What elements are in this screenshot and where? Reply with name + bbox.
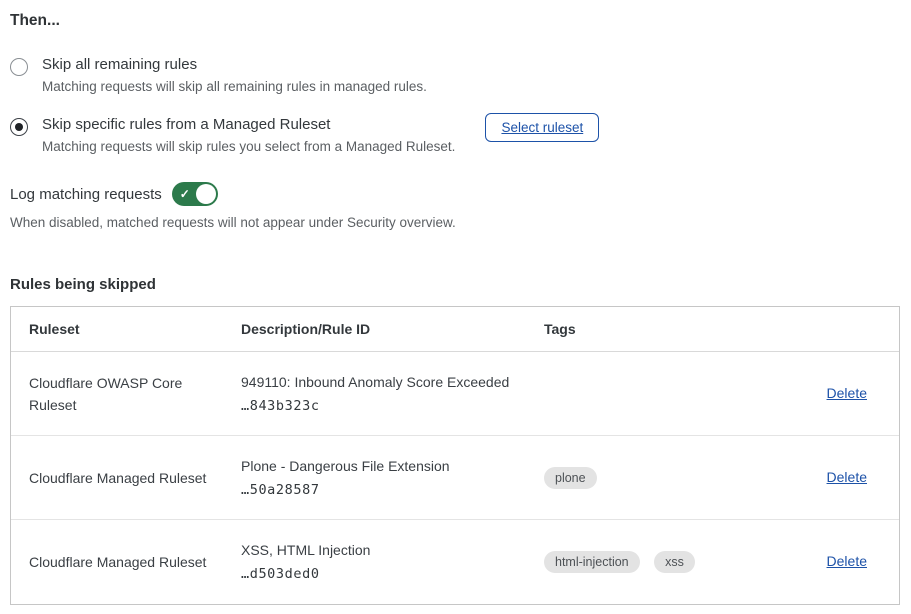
column-header-tags: Tags <box>526 307 769 351</box>
ruleset-cell: Cloudflare Managed Ruleset <box>11 551 223 573</box>
action-cell: Delete <box>769 553 899 571</box>
rule-description: 949110: Inbound Anomaly Score Exceeded <box>241 374 516 390</box>
waf-rule-config-page: Then... Skip all remaining rules Matchin… <box>0 0 911 605</box>
log-matching-requests-row: Log matching requests ✓ <box>10 182 901 206</box>
ruleset-cell: Cloudflare OWASP Core Ruleset <box>11 372 223 416</box>
rule-id: …50a28587 <box>241 482 516 498</box>
column-header-description: Description/Rule ID <box>223 307 526 351</box>
rule-description: Plone - Dangerous File Extension <box>241 458 516 474</box>
toggle-knob <box>196 184 216 204</box>
rule-description: XSS, HTML Injection <box>241 542 516 558</box>
tags-cell: html-injection xss <box>526 551 769 573</box>
description-cell: Plone - Dangerous File Extension …50a285… <box>223 458 526 498</box>
option-skip-specific-rules: Skip specific rules from a Managed Rules… <box>10 116 901 154</box>
rules-skipped-heading: Rules being skipped <box>10 276 901 293</box>
tags-cell: plone <box>526 467 769 489</box>
table-row: Cloudflare Managed Ruleset Plone - Dange… <box>11 436 899 520</box>
table-header-row: Ruleset Description/Rule ID Tags <box>11 307 899 352</box>
tag-badge: plone <box>544 467 597 489</box>
option-text: Skip all remaining rules Matching reques… <box>42 56 427 94</box>
delete-link[interactable]: Delete <box>827 385 867 401</box>
tag-badge: html-injection <box>544 551 640 573</box>
rules-skipped-table: Ruleset Description/Rule ID Tags Cloudfl… <box>10 306 900 605</box>
delete-link[interactable]: Delete <box>827 553 867 569</box>
select-ruleset-button[interactable]: Select ruleset <box>485 113 599 142</box>
description-cell: 949110: Inbound Anomaly Score Exceeded …… <box>223 374 526 414</box>
table-row: Cloudflare Managed Ruleset XSS, HTML Inj… <box>11 520 899 604</box>
radio-skip-all-rules[interactable] <box>10 58 28 76</box>
description-cell: XSS, HTML Injection …d503ded0 <box>223 542 526 582</box>
ruleset-cell: Cloudflare Managed Ruleset <box>11 467 223 489</box>
action-cell: Delete <box>769 385 899 403</box>
column-header-ruleset: Ruleset <box>11 307 223 351</box>
column-header-action <box>769 315 899 343</box>
table-row: Cloudflare OWASP Core Ruleset 949110: In… <box>11 352 899 436</box>
delete-link[interactable]: Delete <box>827 469 867 485</box>
log-toggle-label: Log matching requests <box>10 186 162 203</box>
option-skip-all-rules: Skip all remaining rules Matching reques… <box>10 56 901 94</box>
then-heading: Then... <box>10 12 901 30</box>
action-cell: Delete <box>769 469 899 487</box>
check-icon: ✓ <box>180 186 190 202</box>
option-description: Matching requests will skip all remainin… <box>42 79 427 94</box>
option-description: Matching requests will skip rules you se… <box>42 139 455 154</box>
tag-badge: xss <box>654 551 695 573</box>
action-options: Skip all remaining rules Matching reques… <box>10 56 901 154</box>
radio-skip-specific-rules[interactable] <box>10 118 28 136</box>
option-label[interactable]: Skip all remaining rules <box>42 56 427 73</box>
log-toggle-switch[interactable]: ✓ <box>172 182 218 206</box>
rule-id: …843b323c <box>241 398 516 414</box>
option-text: Skip specific rules from a Managed Rules… <box>42 116 455 154</box>
rule-id: …d503ded0 <box>241 566 516 582</box>
log-toggle-description: When disabled, matched requests will not… <box>10 215 901 230</box>
option-label[interactable]: Skip specific rules from a Managed Rules… <box>42 116 455 133</box>
